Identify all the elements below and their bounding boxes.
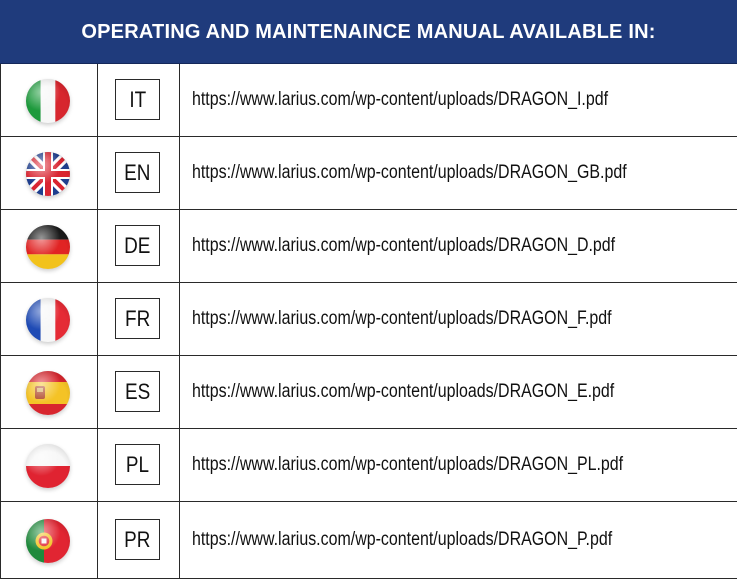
language-code-box: ES <box>115 371 160 412</box>
row-left-border <box>0 210 1 282</box>
manual-link[interactable]: https://www.larius.com/wp-content/upload… <box>192 309 612 328</box>
manual-link[interactable]: https://www.larius.com/wp-content/upload… <box>192 530 612 549</box>
row-left-border <box>0 64 1 136</box>
poland-flag-icon <box>26 444 70 488</box>
column-divider <box>179 429 180 501</box>
language-code: IT <box>129 86 146 112</box>
column-divider <box>179 502 180 578</box>
language-table: IT https://www.larius.com/wp-content/upl… <box>0 64 737 579</box>
table-row: PR https://www.larius.com/wp-content/upl… <box>0 502 737 579</box>
row-left-border <box>0 502 1 578</box>
column-divider <box>97 356 98 428</box>
table-row: ES https://www.larius.com/wp-content/upl… <box>0 356 737 429</box>
row-left-border <box>0 137 1 209</box>
column-divider <box>97 502 98 578</box>
language-code: DE <box>124 232 151 258</box>
column-divider <box>97 283 98 355</box>
language-code-box: IT <box>115 79 160 120</box>
language-code: FR <box>124 305 151 331</box>
germany-flag-icon <box>26 225 70 269</box>
language-code-box: DE <box>115 225 160 266</box>
language-code: ES <box>124 378 151 404</box>
table-row: EN https://www.larius.com/wp-content/upl… <box>0 137 737 210</box>
manual-link[interactable]: https://www.larius.com/wp-content/upload… <box>192 90 608 109</box>
france-flag-icon <box>26 298 70 342</box>
column-divider <box>179 283 180 355</box>
table-row: IT https://www.larius.com/wp-content/upl… <box>0 64 737 137</box>
column-divider <box>97 210 98 282</box>
manual-link[interactable]: https://www.larius.com/wp-content/upload… <box>192 236 615 255</box>
manual-languages-page: OPERATING AND MAINTENAINCE MANUAL AVAILA… <box>0 0 737 579</box>
language-code: EN <box>124 159 151 185</box>
language-code-box: PL <box>115 444 160 485</box>
row-left-border <box>0 356 1 428</box>
language-code-box: PR <box>115 519 160 560</box>
row-left-border <box>0 283 1 355</box>
manual-link[interactable]: https://www.larius.com/wp-content/upload… <box>192 382 614 401</box>
table-row: DE https://www.larius.com/wp-content/upl… <box>0 210 737 283</box>
table-row: PL https://www.larius.com/wp-content/upl… <box>0 429 737 502</box>
column-divider <box>179 137 180 209</box>
manual-link[interactable]: https://www.larius.com/wp-content/upload… <box>192 163 627 182</box>
page-title: OPERATING AND MAINTENAINCE MANUAL AVAILA… <box>81 21 656 43</box>
uk-flag-icon <box>26 152 70 196</box>
column-divider <box>97 137 98 209</box>
language-code: PR <box>124 526 151 552</box>
column-divider <box>179 356 180 428</box>
portugal-flag-icon <box>26 519 70 563</box>
row-left-border <box>0 429 1 501</box>
column-divider <box>97 64 98 136</box>
spain-flag-icon <box>26 371 70 415</box>
language-code-box: FR <box>115 298 160 339</box>
manual-link[interactable]: https://www.larius.com/wp-content/upload… <box>192 455 623 474</box>
language-code: PL <box>125 451 150 477</box>
italy-flag-icon <box>26 79 70 123</box>
header-bar: OPERATING AND MAINTENAINCE MANUAL AVAILA… <box>0 0 737 64</box>
language-code-box: EN <box>115 152 160 193</box>
column-divider <box>97 429 98 501</box>
table-row: FR https://www.larius.com/wp-content/upl… <box>0 283 737 356</box>
column-divider <box>179 210 180 282</box>
column-divider <box>179 64 180 136</box>
